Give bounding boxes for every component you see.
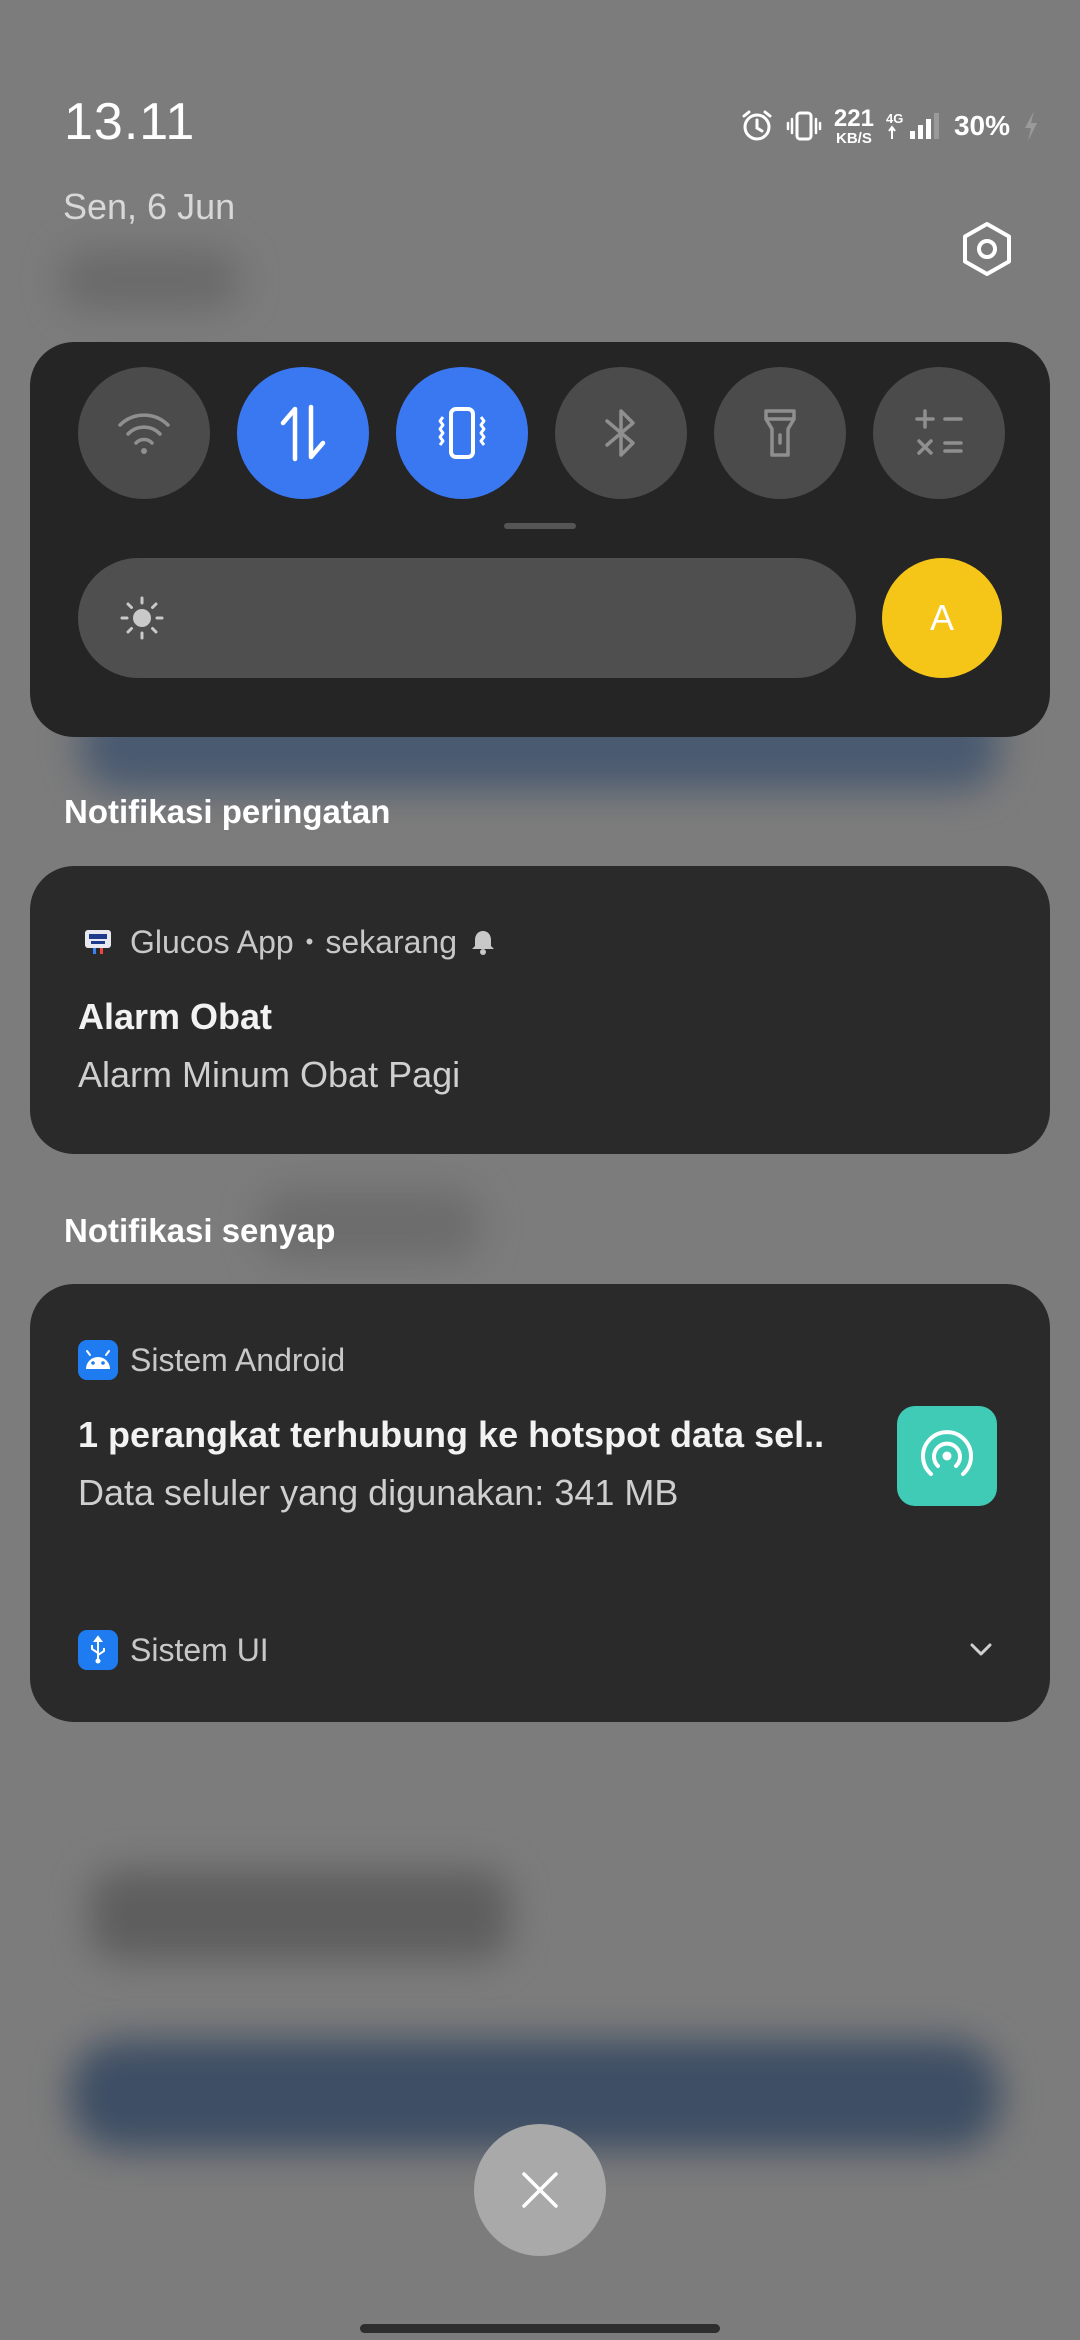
notification-card-glucos[interactable]: Glucos App • sekarang Alarm Obat Alarm M…: [30, 866, 1050, 1154]
vibrate-status-icon: [786, 111, 822, 141]
background-blur: [90, 1870, 510, 1960]
signal-icon: 4G: [886, 111, 939, 139]
hotspot-icon: [897, 1406, 997, 1506]
background-blur: [60, 250, 240, 310]
bluetooth-icon: [605, 409, 635, 457]
network-type: 4G: [886, 111, 903, 126]
section-title-silent: Notifikasi senyap: [64, 1212, 336, 1249]
notification-title: Alarm Obat: [78, 996, 273, 1037]
date: Sen, 6 Jun: [63, 186, 236, 227]
net-speed: 221 KB/S: [833, 104, 874, 147]
android-icon: [78, 1340, 118, 1380]
separator-dot: •: [305, 929, 314, 954]
flashlight-toggle[interactable]: [714, 367, 846, 499]
clock: 13.11: [64, 93, 196, 151]
calculator-toggle[interactable]: [873, 367, 1005, 499]
notification-text: Alarm Minum Obat Pagi: [78, 1054, 461, 1095]
battery-level: 30%: [953, 110, 1010, 141]
glucos-app-icon: [78, 922, 118, 962]
charging-icon: [1025, 111, 1037, 141]
notification-app-name: Glucos App: [130, 923, 294, 960]
notification-app-name: Sistem UI: [130, 1631, 269, 1668]
notification-header: Sistem UI: [78, 1630, 269, 1670]
mobile-data-icon: [280, 404, 326, 462]
flashlight-icon: [764, 409, 796, 457]
panel-drag-handle[interactable]: [504, 523, 576, 529]
section-title-alerting: Notifikasi peringatan: [64, 793, 391, 830]
auto-brightness-button[interactable]: A: [882, 558, 1002, 678]
notification-app-name: Sistem Android: [130, 1341, 346, 1378]
vibrate-icon: [438, 407, 486, 459]
wifi-icon: [118, 413, 170, 454]
notification-header: Glucos App • sekarang: [78, 922, 497, 962]
quick-settings-panel: A: [30, 342, 1050, 737]
notification-title: 1 perangkat terhubung ke hotspot data se…: [78, 1414, 825, 1455]
calculator-icon: [915, 409, 963, 455]
notification-text: Data seluler yang digunakan: 341 MB: [78, 1472, 679, 1513]
net-speed-unit: KB/S: [836, 129, 872, 147]
gesture-nav-bar[interactable]: [360, 2324, 720, 2333]
sun-icon: [120, 596, 164, 640]
notification-card-silent: Sistem Android 1 perangkat terhubung ke …: [30, 1284, 1050, 1722]
gear-icon: [963, 222, 1011, 276]
wifi-toggle[interactable]: [78, 367, 210, 499]
mobile-data-toggle[interactable]: [237, 367, 369, 499]
clear-all-button[interactable]: [474, 2124, 606, 2256]
status-icons: 221 KB/S 4G 30%: [740, 104, 1040, 148]
notification-header: Sistem Android: [78, 1340, 345, 1380]
vibrate-toggle[interactable]: [396, 367, 528, 499]
brightness-slider[interactable]: [78, 558, 856, 678]
chevron-down-icon[interactable]: [965, 1634, 997, 1666]
notification-time: sekarang: [325, 923, 457, 960]
net-speed-value: 221: [833, 104, 874, 132]
bluetooth-toggle[interactable]: [555, 367, 687, 499]
alarm-icon: [742, 110, 772, 141]
quick-settings-tiles: [78, 367, 1005, 499]
bell-icon: [472, 931, 494, 955]
usb-icon: [78, 1630, 118, 1670]
close-icon: [522, 2172, 558, 2208]
settings-button[interactable]: [958, 220, 1016, 278]
